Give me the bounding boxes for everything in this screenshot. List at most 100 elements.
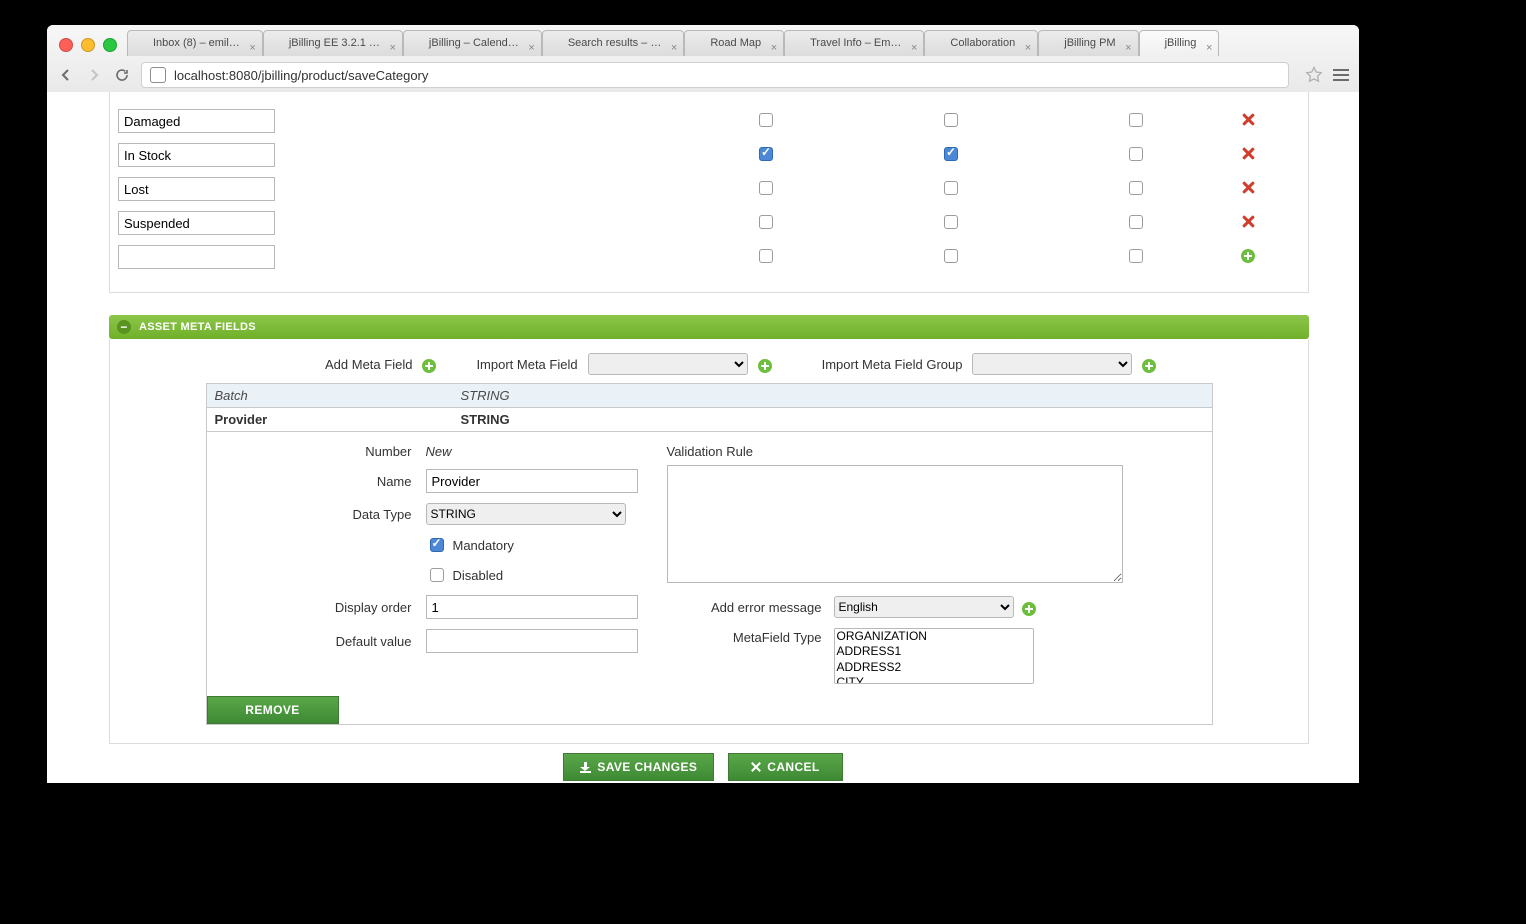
browser-tab[interactable]: Search results – … × xyxy=(542,30,685,56)
add-row-icon[interactable] xyxy=(1241,249,1255,263)
tab-close-icon[interactable]: × xyxy=(389,36,395,56)
browser-tab[interactable]: Collaboration× xyxy=(924,30,1038,56)
delete-row-icon[interactable] xyxy=(1241,113,1255,127)
tab-close-icon[interactable]: × xyxy=(771,36,777,56)
tab-close-icon[interactable]: × xyxy=(528,36,534,56)
favicon-icon xyxy=(1148,37,1161,50)
tab-close-icon[interactable]: × xyxy=(1125,36,1131,56)
browser-tab[interactable]: Road Map× xyxy=(684,30,784,56)
name-input[interactable] xyxy=(426,469,638,493)
status-name-input[interactable] xyxy=(118,109,275,133)
tab-close-icon[interactable]: × xyxy=(911,36,917,56)
datatype-label: Data Type xyxy=(217,507,412,522)
forward-button[interactable] xyxy=(85,66,103,84)
display-order-input[interactable] xyxy=(426,595,638,619)
address-bar[interactable]: localhost:8080/jbilling/product/saveCate… xyxy=(141,62,1289,88)
status-checkbox[interactable] xyxy=(1129,147,1143,161)
status-checkbox[interactable] xyxy=(944,113,958,127)
mandatory-label: Mandatory xyxy=(453,538,514,553)
tab-close-icon[interactable]: × xyxy=(671,36,677,56)
delete-row-icon[interactable] xyxy=(1241,215,1255,229)
close-window-icon[interactable] xyxy=(59,38,73,52)
name-label: Name xyxy=(217,474,412,489)
tab-label: jBilling PM xyxy=(1064,31,1115,56)
status-checkbox[interactable] xyxy=(759,215,773,229)
meta-field-name: Batch xyxy=(207,384,453,407)
browser-tab[interactable]: jBilling× xyxy=(1139,30,1220,56)
metafield-type-option[interactable]: CITY xyxy=(835,675,1033,684)
add-error-message-button[interactable] xyxy=(1022,602,1036,616)
status-checkbox[interactable] xyxy=(759,113,773,127)
metafield-type-select[interactable]: ORGANIZATIONADDRESS1ADDRESS2CITY xyxy=(834,628,1034,684)
save-changes-button[interactable]: SAVE CHANGES xyxy=(563,753,714,781)
tab-close-icon[interactable]: × xyxy=(1025,36,1031,56)
error-language-select[interactable]: English xyxy=(834,596,1014,618)
metafield-type-label: MetaField Type xyxy=(667,628,822,684)
status-checkbox[interactable] xyxy=(759,249,773,263)
favicon-icon xyxy=(272,37,285,50)
disabled-checkbox[interactable] xyxy=(430,568,444,582)
metafield-type-option[interactable]: ADDRESS2 xyxy=(835,660,1033,675)
tab-label: Search results – … xyxy=(568,31,662,56)
collapse-icon[interactable]: − xyxy=(117,320,131,334)
chrome-menu-icon[interactable] xyxy=(1333,69,1349,81)
minimize-window-icon[interactable] xyxy=(81,38,95,52)
browser-tab[interactable]: Travel Info – Em…× xyxy=(784,30,924,56)
import-meta-field-select[interactable] xyxy=(588,353,748,375)
number-label: Number xyxy=(217,444,412,459)
favicon-icon xyxy=(1047,37,1060,50)
status-checkbox[interactable] xyxy=(759,147,773,161)
status-checkbox[interactable] xyxy=(944,147,958,161)
import-meta-field-group-button[interactable] xyxy=(1142,359,1156,373)
status-row xyxy=(118,172,1268,206)
asset-meta-fields-header[interactable]: − ASSET META FIELDS xyxy=(109,315,1309,339)
bookmark-star-icon[interactable] xyxy=(1305,66,1323,84)
status-name-input[interactable] xyxy=(118,211,275,235)
status-name-input[interactable] xyxy=(118,143,275,167)
meta-field-row[interactable]: ProviderSTRING xyxy=(207,408,1212,431)
status-checkbox[interactable] xyxy=(944,215,958,229)
section-title: ASSET META FIELDS xyxy=(139,321,256,333)
browser-tab[interactable]: jBilling PM × xyxy=(1038,30,1138,56)
datatype-select[interactable]: STRING xyxy=(426,503,626,525)
delete-row-icon[interactable] xyxy=(1241,181,1255,195)
browser-tab[interactable]: Inbox (8) – emil…× xyxy=(127,30,263,56)
tab-close-icon[interactable]: × xyxy=(249,36,255,56)
remove-button[interactable]: REMOVE xyxy=(207,696,339,724)
default-value-input[interactable] xyxy=(426,629,638,653)
browser-tab[interactable]: jBilling EE 3.2.1 … × xyxy=(263,30,403,56)
tab-close-icon[interactable]: × xyxy=(1206,36,1212,56)
display-order-label: Display order xyxy=(217,600,412,615)
metafield-type-option[interactable]: ADDRESS1 xyxy=(835,644,1033,659)
status-name-input[interactable] xyxy=(118,177,275,201)
tab-strip: Inbox (8) – emil…×jBilling EE 3.2.1 …×jB… xyxy=(127,30,1319,55)
close-icon xyxy=(751,762,761,772)
status-checkbox[interactable] xyxy=(944,181,958,195)
reload-button[interactable] xyxy=(113,66,131,84)
validation-rule-label: Validation Rule xyxy=(667,444,1172,459)
form-actions: SAVE CHANGES CANCEL xyxy=(47,751,1359,783)
browser-tab[interactable]: jBilling – Calend…× xyxy=(403,30,542,56)
status-row xyxy=(118,206,1268,240)
status-checkbox[interactable] xyxy=(1129,181,1143,195)
status-checkbox[interactable] xyxy=(1129,113,1143,127)
metafield-type-option[interactable]: ORGANIZATION xyxy=(835,629,1033,644)
tab-label: jBilling EE 3.2.1 … xyxy=(289,31,380,56)
import-meta-field-button[interactable] xyxy=(758,359,772,373)
status-name-input[interactable] xyxy=(118,245,275,269)
validation-rule-textarea[interactable] xyxy=(667,465,1123,583)
cancel-button[interactable]: CANCEL xyxy=(728,753,842,781)
add-meta-field-button[interactable] xyxy=(422,359,436,373)
delete-row-icon[interactable] xyxy=(1241,147,1255,161)
status-checkbox[interactable] xyxy=(759,181,773,195)
zoom-window-icon[interactable] xyxy=(103,38,117,52)
status-checkbox[interactable] xyxy=(944,249,958,263)
import-meta-field-group-select[interactable] xyxy=(972,353,1132,375)
back-button[interactable] xyxy=(57,66,75,84)
mandatory-checkbox[interactable] xyxy=(430,538,444,552)
status-row xyxy=(118,240,1268,274)
status-checkbox[interactable] xyxy=(1129,249,1143,263)
add-meta-field-label: Add Meta Field xyxy=(325,357,412,372)
status-checkbox[interactable] xyxy=(1129,215,1143,229)
meta-field-row[interactable]: BatchSTRING xyxy=(207,384,1212,408)
